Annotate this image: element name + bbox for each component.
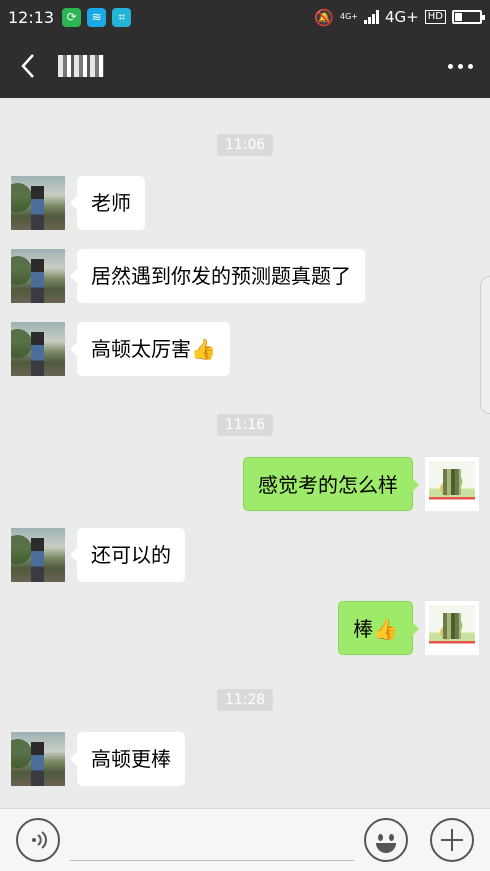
- message-sent: 棒👍: [338, 601, 479, 655]
- timestamp: 11:16: [216, 414, 274, 436]
- message-bubble[interactable]: 棒👍: [338, 601, 419, 655]
- avatar[interactable]: [11, 528, 65, 582]
- more-dots-icon[interactable]: [430, 34, 490, 98]
- voice-icon[interactable]: [16, 818, 60, 862]
- message-bubble[interactable]: 感觉考的怎么样: [243, 457, 419, 511]
- message-bubble[interactable]: 老师: [70, 176, 145, 230]
- hd-badge: HD: [424, 10, 446, 24]
- scanner-app-icon: ⌗: [112, 7, 132, 27]
- message-sent: 感觉考的怎么样: [243, 457, 479, 511]
- timestamp: 11:06: [216, 134, 274, 156]
- status-bar: 12:13 ⟳ ≋ ⌗ 🔕 4G+ 4G+ HD: [0, 0, 490, 34]
- message-received: 高顿更棒: [11, 732, 185, 786]
- chat-area[interactable]: 11:06 老师 居然遇到你发的预测题真题了 高顿太厉害👍 11:16 感觉考的…: [0, 98, 490, 808]
- message-received: 高顿太厉害👍: [11, 322, 230, 376]
- side-drawer-handle[interactable]: [480, 276, 490, 414]
- battery-icon: [452, 10, 485, 24]
- network-label: 4G+: [385, 8, 419, 26]
- message-bubble[interactable]: 居然遇到你发的预测题真题了: [70, 249, 365, 303]
- avatar[interactable]: [425, 601, 479, 655]
- message-received: 还可以的: [11, 528, 185, 582]
- message-input[interactable]: [70, 821, 354, 861]
- avatar[interactable]: [11, 249, 65, 303]
- avatar[interactable]: [425, 457, 479, 511]
- signal-icon: [364, 10, 380, 24]
- avatar[interactable]: [11, 322, 65, 376]
- thumbs-up-icon: 👍: [191, 337, 216, 361]
- contact-name-blurred: [58, 55, 104, 77]
- message-received: 居然遇到你发的预测题真题了: [11, 249, 365, 303]
- message-bubble[interactable]: 还可以的: [70, 528, 185, 582]
- network-small-label: 4G+: [340, 12, 359, 21]
- timestamp: 11:28: [216, 689, 274, 711]
- avatar[interactable]: [11, 732, 65, 786]
- message-bubble[interactable]: 高顿太厉害👍: [70, 322, 230, 376]
- message-received: 老师: [11, 176, 145, 230]
- plus-icon[interactable]: [430, 818, 474, 862]
- sync-app-icon: ⟳: [62, 7, 82, 27]
- status-time: 12:13: [8, 7, 55, 27]
- chat-header: [0, 34, 490, 98]
- input-bar: [0, 808, 490, 871]
- emoji-icon[interactable]: [364, 818, 408, 862]
- browser-app-icon: ≋: [87, 7, 107, 27]
- thumbs-up-icon: 👍: [373, 617, 398, 641]
- message-bubble[interactable]: 高顿更棒: [70, 732, 185, 786]
- avatar[interactable]: [11, 176, 65, 230]
- mute-bell-icon: 🔕: [314, 7, 335, 27]
- chevron-left-icon[interactable]: [0, 34, 56, 98]
